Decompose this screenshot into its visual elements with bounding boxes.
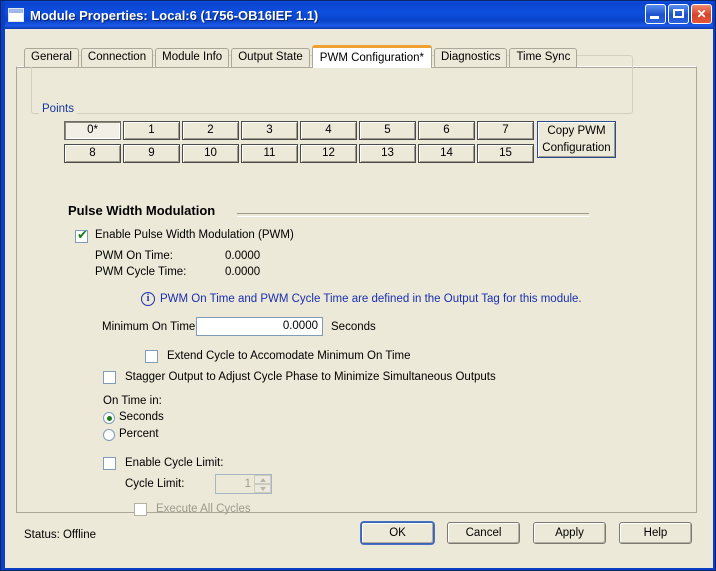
radio-seconds[interactable]	[103, 412, 115, 424]
minimize-button[interactable]	[645, 4, 666, 24]
copy-pwm-line1: Copy PWM	[547, 125, 606, 137]
point-button-12[interactable]: 12	[300, 144, 357, 163]
point-button-11[interactable]: 11	[241, 144, 298, 163]
tab-strip: General Connection Module Info Output St…	[24, 45, 579, 68]
point-button-7[interactable]: 7	[477, 121, 534, 140]
stagger-output-checkbox[interactable]	[103, 371, 116, 384]
pwm-info-text: PWM On Time and PWM Cycle Time are defin…	[160, 293, 582, 305]
enable-pwm-checkbox[interactable]: ✔	[75, 228, 88, 243]
stagger-output-label: Stagger Output to Adjust Cycle Phase to …	[125, 371, 496, 383]
check-icon: ✔	[77, 228, 88, 243]
enable-pwm-label: Enable Pulse Width Modulation (PWM)	[95, 229, 294, 241]
cancel-button[interactable]: Cancel	[447, 522, 520, 544]
point-button-9[interactable]: 9	[123, 144, 180, 163]
cycle-limit-label: Cycle Limit:	[125, 478, 185, 490]
pwm-on-time-value: 0.0000	[225, 250, 261, 262]
point-button-15[interactable]: 15	[477, 144, 534, 163]
enable-cycle-limit-label: Enable Cycle Limit:	[125, 457, 224, 469]
title-bar[interactable]: Module Properties: Local:6 (1756-OB16IEF…	[1, 1, 715, 29]
point-button-13[interactable]: 13	[359, 144, 416, 163]
window-controls: ✕	[645, 4, 712, 24]
points-group-label: Points	[39, 103, 77, 115]
extend-cycle-checkbox[interactable]	[145, 350, 158, 363]
status-text: Status: Offline	[24, 529, 97, 541]
window-title: Module Properties: Local:6 (1756-OB16IEF…	[30, 7, 319, 23]
tab-general[interactable]: General	[24, 48, 79, 67]
point-button-5[interactable]: 5	[359, 121, 416, 140]
point-button-10[interactable]: 10	[182, 144, 239, 163]
radio-seconds-label: Seconds	[119, 411, 164, 423]
pwm-on-time-label: PWM On Time:	[95, 250, 173, 262]
radio-percent[interactable]	[103, 429, 115, 441]
execute-all-cycles-label: Execute All Cycles	[156, 503, 251, 515]
dialog-client-area: General Connection Module Info Output St…	[5, 29, 713, 568]
pwm-section-title: Pulse Width Modulation	[68, 203, 216, 218]
info-icon: i	[141, 292, 155, 306]
pwm-cycle-time-value: 0.0000	[225, 266, 261, 278]
point-button-14[interactable]: 14	[418, 144, 475, 163]
tab-time-sync[interactable]: Time Sync	[509, 48, 578, 67]
radio-dot-icon	[106, 415, 112, 421]
copy-pwm-line2: Configuration	[542, 142, 611, 154]
cycle-limit-value: 1	[244, 478, 251, 490]
tab-diagnostics[interactable]: Diagnostics	[433, 48, 508, 67]
apply-button[interactable]: Apply	[533, 522, 606, 544]
spinner-down-icon[interactable]	[254, 484, 271, 493]
help-button[interactable]: Help	[619, 522, 692, 544]
tab-pwm-configuration[interactable]: PWM Configuration*	[311, 45, 432, 68]
section-divider	[237, 213, 589, 217]
radio-percent-label: Percent	[119, 428, 159, 440]
close-button[interactable]: ✕	[691, 4, 712, 24]
point-button-0[interactable]: 0*	[64, 121, 121, 140]
point-button-8[interactable]: 8	[64, 144, 121, 163]
close-icon: ✕	[696, 7, 707, 21]
spinner-buttons	[254, 475, 271, 493]
minimum-on-time-label: Minimum On Time:	[102, 321, 199, 333]
ok-button[interactable]: OK	[361, 522, 434, 544]
module-properties-dialog: Module Properties: Local:6 (1756-OB16IEF…	[0, 0, 716, 571]
point-button-1[interactable]: 1	[123, 121, 180, 140]
tab-output-state[interactable]: Output State	[231, 48, 310, 67]
spinner-up-icon[interactable]	[254, 475, 271, 484]
point-button-4[interactable]: 4	[300, 121, 357, 140]
execute-all-cycles-checkbox[interactable]	[134, 503, 147, 516]
maximize-button[interactable]	[668, 4, 689, 24]
on-time-in-label: On Time in:	[103, 395, 162, 407]
extend-cycle-label: Extend Cycle to Accomodate Minimum On Ti…	[167, 350, 411, 362]
minimum-on-time-units: Seconds	[331, 321, 376, 333]
cycle-limit-spinner[interactable]: 1	[215, 474, 272, 494]
point-button-6[interactable]: 6	[418, 121, 475, 140]
minimum-on-time-input[interactable]: 0.0000	[196, 317, 323, 336]
module-icon	[8, 8, 24, 22]
point-button-2[interactable]: 2	[182, 121, 239, 140]
copy-pwm-configuration-button[interactable]: Copy PWM Configuration	[537, 121, 616, 158]
point-button-3[interactable]: 3	[241, 121, 298, 140]
tab-module-info[interactable]: Module Info	[155, 48, 230, 67]
tab-connection[interactable]: Connection	[80, 48, 154, 67]
pwm-cycle-time-label: PWM Cycle Time:	[95, 266, 187, 278]
enable-cycle-limit-checkbox[interactable]	[103, 457, 116, 470]
